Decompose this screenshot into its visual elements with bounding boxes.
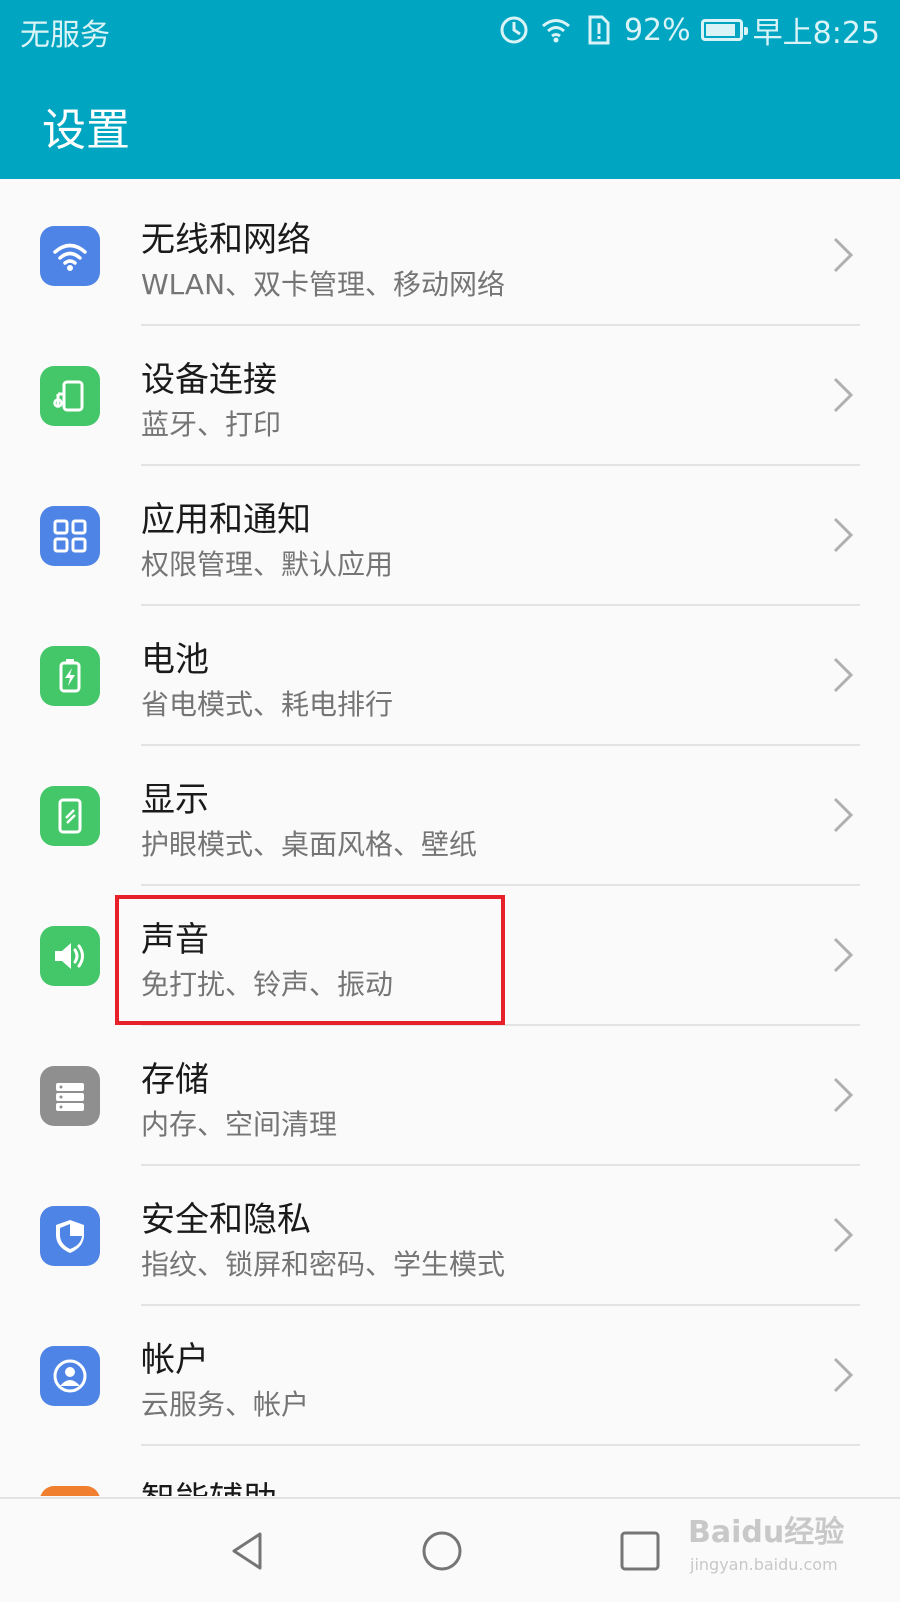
settings-item-title: 安全和隐私	[141, 1200, 311, 1240]
chevron-right-icon	[833, 377, 854, 413]
settings-list: 无线和网络 WLAN、双卡管理、移动网络设备连接蓝牙、打印应用和通知权限管理、默认…	[0, 186, 900, 1496]
apps-grid-icon	[40, 506, 100, 566]
watermark-logo: Baidu经验	[688, 1515, 845, 1550]
sim-alert-icon	[588, 15, 610, 45]
recents-icon[interactable]	[618, 1529, 662, 1573]
settings-item[interactable]: 存储 内存、空间清理	[0, 1026, 900, 1166]
shield-icon	[40, 1206, 100, 1266]
watermark-url: jingyan.baidu.com	[690, 1555, 838, 1574]
settings-item[interactable]: 安全和隐私指纹、锁屏和密码、学生模式	[0, 1166, 900, 1306]
chevron-right-icon	[833, 1217, 854, 1253]
settings-item-title: 电池	[141, 640, 209, 680]
wifi-icon	[541, 19, 570, 43]
settings-item-title: 帐户	[141, 1340, 209, 1380]
chevron-right-icon	[833, 1077, 854, 1113]
chevron-right-icon	[833, 1357, 854, 1393]
settings-item-subtitle: WLAN、双卡管理、移动网络	[141, 268, 506, 301]
storage-icon	[40, 1066, 100, 1126]
chevron-right-icon	[833, 797, 854, 833]
assist-icon	[40, 1486, 100, 1496]
page-title: 设置	[42, 105, 130, 156]
settings-item[interactable]: 显示护眼模式、桌面风格、壁纸	[0, 746, 900, 886]
highlight-annotation	[115, 895, 505, 1025]
settings-item-subtitle: 蓝牙、打印	[141, 408, 282, 441]
battery-charging-icon	[40, 646, 100, 706]
chevron-right-icon	[833, 657, 854, 693]
settings-item-subtitle: 护眼模式、桌面风格、壁纸	[141, 828, 478, 861]
battery-percent: 92%	[623, 12, 691, 48]
display-icon	[40, 786, 100, 846]
settings-item-title: 显示	[141, 780, 209, 820]
settings-item-title: 应用和通知	[141, 500, 311, 540]
settings-item[interactable]: 无线和网络 WLAN、双卡管理、移动网络	[0, 186, 900, 326]
clock: 早上8:25	[752, 16, 880, 51]
chevron-right-icon	[833, 237, 854, 273]
carrier-label: 无服务	[20, 18, 110, 53]
settings-item-title: 智能辅助	[141, 1472, 277, 1496]
app-bar: 设置	[0, 64, 900, 179]
settings-item-subtitle: 权限管理、默认应用	[141, 548, 394, 581]
settings-item-subtitle: 内存、空间清理	[141, 1108, 338, 1141]
battery-icon	[700, 19, 748, 41]
chevron-right-icon	[833, 517, 854, 553]
wifi-icon	[40, 226, 100, 286]
status-icons: 92% 早上8:25	[498, 10, 880, 51]
settings-item-subtitle: 云服务、帐户	[141, 1388, 310, 1421]
back-icon[interactable]	[226, 1529, 270, 1573]
settings-item[interactable]: 智能辅助	[0, 1446, 900, 1496]
settings-item[interactable]: 设备连接 蓝牙、打印	[0, 326, 900, 466]
settings-item[interactable]: 帐户 云服务、帐户	[0, 1306, 900, 1446]
settings-item-title: 存储	[141, 1060, 209, 1100]
data-saver-icon	[500, 16, 528, 44]
settings-item-title: 设备连接	[141, 360, 277, 400]
home-icon[interactable]	[420, 1529, 464, 1573]
battery-level-fill	[705, 24, 736, 36]
chevron-right-icon	[833, 937, 854, 973]
device-connection-icon	[40, 366, 100, 426]
account-icon	[40, 1346, 100, 1406]
speaker-icon	[40, 926, 100, 986]
settings-item-subtitle: 指纹、锁屏和密码、学生模式	[141, 1248, 506, 1281]
settings-item-title: 无线和网络	[141, 220, 311, 260]
status-bar: 无服务 92% 早上8:25	[0, 0, 900, 64]
settings-item[interactable]: 电池省电模式、耗电排行	[0, 606, 900, 746]
settings-item-subtitle: 省电模式、耗电排行	[141, 688, 394, 721]
settings-item[interactable]: 应用和通知权限管理、默认应用	[0, 466, 900, 606]
